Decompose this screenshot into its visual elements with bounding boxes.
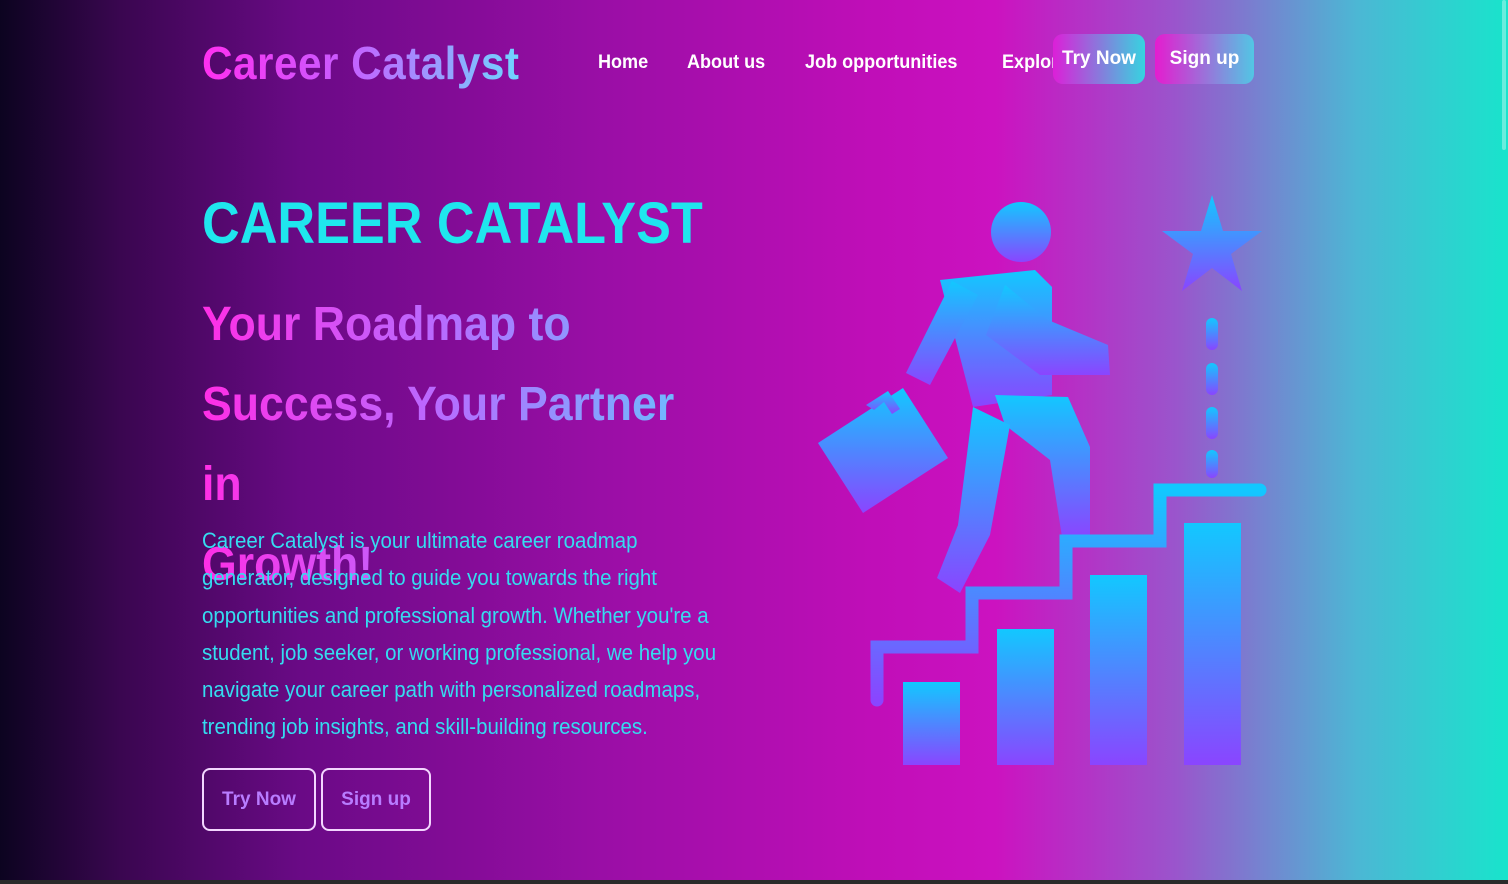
nav-link-job-opportunities[interactable]: Job opportunities [805, 52, 957, 74]
top-navbar: Career Catalyst Home About us Job opport… [0, 0, 1508, 120]
scrollbar[interactable] [1502, 0, 1506, 150]
growth-bar-2 [997, 629, 1054, 765]
career-growth-icon [818, 195, 1267, 765]
hero-sign-up-button[interactable]: Sign up [321, 768, 431, 831]
nav-try-now-button[interactable]: Try Now [1053, 34, 1145, 84]
nav-link-about-us[interactable]: About us [687, 52, 765, 74]
hero-title: CAREER CATALYST [202, 191, 703, 256]
star-icon [1162, 195, 1262, 291]
bottom-strip [0, 880, 1508, 884]
nav-links: Home About us Job opportunities Explore … [598, 52, 1127, 74]
site-logo[interactable]: Career Catalyst [202, 36, 519, 90]
growth-bar-4 [1184, 523, 1241, 765]
growth-bar-1 [903, 682, 960, 765]
nav-link-home[interactable]: Home [598, 52, 648, 74]
hero-try-now-button[interactable]: Try Now [202, 768, 316, 831]
hero-description: Career Catalyst is your ultimate career … [202, 528, 717, 740]
nav-sign-up-button[interactable]: Sign up [1155, 34, 1254, 84]
tagline-line-2: Success, Your Partner in [202, 378, 675, 511]
growth-bar-3 [1090, 575, 1147, 765]
person-head [991, 202, 1051, 262]
tagline-line-1: Your Roadmap to [202, 298, 571, 351]
